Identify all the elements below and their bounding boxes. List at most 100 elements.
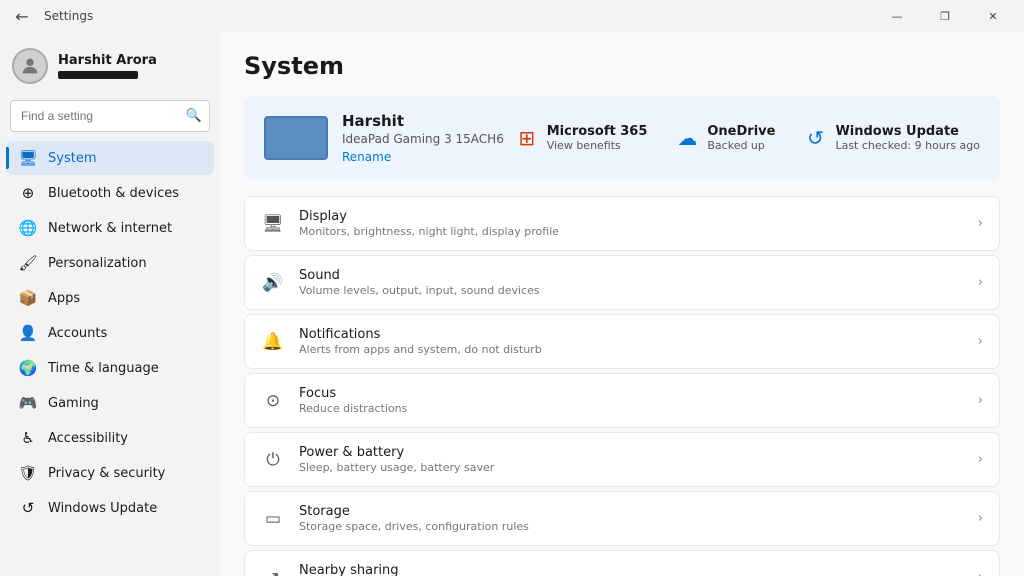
- service-status-ms365: View benefits: [547, 139, 648, 152]
- setting-nearbysharing[interactable]: ↗ Nearby sharing Discoverability, receiv…: [244, 550, 1000, 576]
- nav-icon-accounts: 👤: [18, 323, 38, 343]
- setting-name-nearbysharing: Nearby sharing: [299, 563, 964, 576]
- device-thumbnail: [264, 116, 328, 160]
- close-button[interactable]: ✕: [970, 0, 1016, 32]
- nav-icon-time: 🌍: [18, 358, 38, 378]
- profile-left: Harshit IdeaPad Gaming 3 15ACH6 Rename: [264, 112, 504, 164]
- sidebar-item-accessibility[interactable]: ♿ Accessibility: [6, 421, 214, 455]
- chevron-icon-storage: ›: [978, 511, 983, 526]
- setting-desc-notifications: Alerts from apps and system, do not dist…: [299, 343, 964, 356]
- service-ms365: ⊞ Microsoft 365 View benefits: [515, 124, 648, 152]
- setting-focus[interactable]: ⊙ Focus Reduce distractions ›: [244, 373, 1000, 428]
- chevron-icon-power: ›: [978, 452, 983, 467]
- sidebar-item-personalization[interactable]: 🖌 Personalization: [6, 246, 214, 280]
- setting-name-power: Power & battery: [299, 445, 964, 460]
- setting-icon-display: 🖥: [261, 212, 285, 236]
- setting-text-notifications: Notifications Alerts from apps and syste…: [299, 327, 964, 356]
- service-icon-ms365: ⊞: [515, 126, 539, 150]
- titlebar: ← Settings — ❐ ✕: [0, 0, 1024, 32]
- service-winupdate: ↺ Windows Update Last checked: 9 hours a…: [803, 124, 980, 152]
- sidebar-item-apps[interactable]: 📦 Apps: [6, 281, 214, 315]
- setting-desc-power: Sleep, battery usage, battery saver: [299, 461, 964, 474]
- service-text-winupdate: Windows Update Last checked: 9 hours ago: [835, 124, 980, 152]
- nav-label-system: System: [48, 151, 96, 166]
- nav-icon-windowsupdate: ↺: [18, 498, 38, 518]
- minimize-button[interactable]: —: [874, 0, 920, 32]
- main-content: System Harshit IdeaPad Gaming 3 15ACH6 R…: [220, 32, 1024, 576]
- setting-text-storage: Storage Storage space, drives, configura…: [299, 504, 964, 533]
- sidebar-item-accounts[interactable]: 👤 Accounts: [6, 316, 214, 350]
- user-bar: [58, 71, 138, 79]
- profile-name: Harshit: [342, 112, 504, 130]
- setting-text-sound: Sound Volume levels, output, input, soun…: [299, 268, 964, 297]
- nav-icon-accessibility: ♿: [18, 428, 38, 448]
- setting-text-focus: Focus Reduce distractions: [299, 386, 964, 415]
- setting-text-display: Display Monitors, brightness, night ligh…: [299, 209, 964, 238]
- chevron-icon-focus: ›: [978, 393, 983, 408]
- titlebar-controls: — ❐ ✕: [874, 0, 1016, 32]
- service-text-ms365: Microsoft 365 View benefits: [547, 124, 648, 152]
- nav-label-gaming: Gaming: [48, 396, 99, 411]
- rename-link[interactable]: Rename: [342, 150, 504, 164]
- setting-name-notifications: Notifications: [299, 327, 964, 342]
- titlebar-left: ← Settings: [8, 2, 93, 30]
- nav-label-accessibility: Accessibility: [48, 431, 128, 446]
- user-name: Harshit Arora: [58, 53, 157, 68]
- profile-device: IdeaPad Gaming 3 15ACH6: [342, 132, 504, 146]
- service-name-onedrive: OneDrive: [707, 124, 775, 139]
- setting-display[interactable]: 🖥 Display Monitors, brightness, night li…: [244, 196, 1000, 251]
- nav-icon-system: 🖥: [18, 148, 38, 168]
- service-name-winupdate: Windows Update: [835, 124, 980, 139]
- setting-icon-storage: ▭: [261, 507, 285, 531]
- service-icon-onedrive: ☁: [675, 126, 699, 150]
- nav-label-bluetooth: Bluetooth & devices: [48, 186, 179, 201]
- sidebar-item-privacy[interactable]: 🛡 Privacy & security: [6, 456, 214, 490]
- setting-icon-focus: ⊙: [261, 389, 285, 413]
- nav-icon-gaming: 🎮: [18, 393, 38, 413]
- chevron-icon-nearbysharing: ›: [978, 570, 983, 576]
- nav-label-time: Time & language: [48, 361, 159, 376]
- setting-storage[interactable]: ▭ Storage Storage space, drives, configu…: [244, 491, 1000, 546]
- setting-power[interactable]: ⏻ Power & battery Sleep, battery usage, …: [244, 432, 1000, 487]
- restore-button[interactable]: ❐: [922, 0, 968, 32]
- avatar: [12, 48, 48, 84]
- sidebar: Harshit Arora 🔍 🖥 System ⊕ Bluetooth & d…: [0, 32, 220, 576]
- user-info: Harshit Arora: [58, 53, 157, 79]
- chevron-icon-notifications: ›: [978, 334, 983, 349]
- setting-notifications[interactable]: 🔔 Notifications Alerts from apps and sys…: [244, 314, 1000, 369]
- search-input[interactable]: [10, 100, 210, 132]
- chevron-icon-display: ›: [978, 216, 983, 231]
- nav-label-personalization: Personalization: [48, 256, 147, 271]
- sidebar-item-network[interactable]: 🌐 Network & internet: [6, 211, 214, 245]
- sidebar-item-time[interactable]: 🌍 Time & language: [6, 351, 214, 385]
- service-text-onedrive: OneDrive Backed up: [707, 124, 775, 152]
- setting-name-storage: Storage: [299, 504, 964, 519]
- setting-text-power: Power & battery Sleep, battery usage, ba…: [299, 445, 964, 474]
- page-title: System: [244, 52, 1000, 80]
- sidebar-item-bluetooth[interactable]: ⊕ Bluetooth & devices: [6, 176, 214, 210]
- settings-list: 🖥 Display Monitors, brightness, night li…: [244, 196, 1000, 576]
- sidebar-item-windowsupdate[interactable]: ↺ Windows Update: [6, 491, 214, 525]
- service-name-ms365: Microsoft 365: [547, 124, 648, 139]
- app-container: Harshit Arora 🔍 🖥 System ⊕ Bluetooth & d…: [0, 32, 1024, 576]
- profile-card: Harshit IdeaPad Gaming 3 15ACH6 Rename ⊞…: [244, 96, 1000, 180]
- sidebar-item-gaming[interactable]: 🎮 Gaming: [6, 386, 214, 420]
- setting-desc-display: Monitors, brightness, night light, displ…: [299, 225, 964, 238]
- back-button[interactable]: ←: [8, 2, 36, 30]
- user-section: Harshit Arora: [0, 40, 220, 96]
- setting-text-nearbysharing: Nearby sharing Discoverability, received…: [299, 563, 964, 576]
- profile-services: ⊞ Microsoft 365 View benefits ☁ OneDrive…: [515, 124, 980, 152]
- profile-info: Harshit IdeaPad Gaming 3 15ACH6 Rename: [342, 112, 504, 164]
- sidebar-item-system[interactable]: 🖥 System: [6, 141, 214, 175]
- nav-label-network: Network & internet: [48, 221, 172, 236]
- service-icon-winupdate: ↺: [803, 126, 827, 150]
- nav-label-apps: Apps: [48, 291, 80, 306]
- chevron-icon-sound: ›: [978, 275, 983, 290]
- setting-sound[interactable]: 🔊 Sound Volume levels, output, input, so…: [244, 255, 1000, 310]
- setting-name-display: Display: [299, 209, 964, 224]
- setting-icon-sound: 🔊: [261, 271, 285, 295]
- service-status-winupdate: Last checked: 9 hours ago: [835, 139, 980, 152]
- service-status-onedrive: Backed up: [707, 139, 775, 152]
- setting-name-focus: Focus: [299, 386, 964, 401]
- nav-label-accounts: Accounts: [48, 326, 107, 341]
